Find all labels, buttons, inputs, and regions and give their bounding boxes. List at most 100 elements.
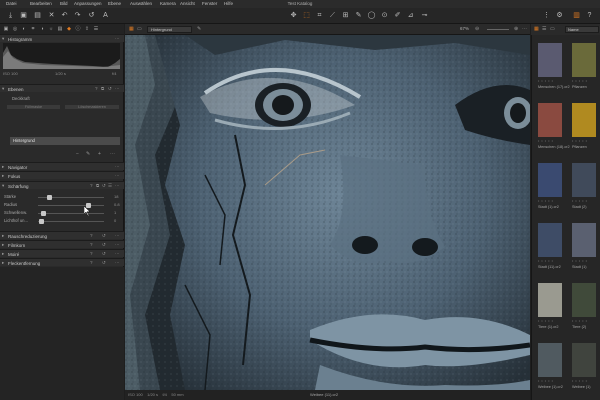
thumbnail-image[interactable] — [572, 103, 596, 137]
add-layer-icon[interactable]: + — [98, 151, 101, 157]
heal-tool-icon[interactable]: ⊙ — [380, 11, 389, 20]
thumbnail-image[interactable] — [538, 43, 562, 77]
mask-tool-icon[interactable]: ✎ — [354, 11, 363, 20]
list-view-icon[interactable]: ☰ — [542, 26, 546, 32]
filmstrip-icon[interactable]: ▭ — [550, 26, 555, 32]
output-tab-icon[interactable]: ⇪ — [84, 26, 90, 32]
menu-help[interactable]: Hilfe — [224, 1, 233, 6]
grid-view-icon[interactable]: ▦ — [129, 26, 134, 32]
menu-icon[interactable]: ⋯ — [115, 251, 120, 257]
settings-icon[interactable]: ⚙ — [555, 11, 564, 20]
text-tool-icon[interactable]: A — [101, 11, 110, 20]
lens-tab-icon[interactable]: ◐ — [21, 26, 27, 32]
remove-layer-icon[interactable]: − — [76, 151, 79, 157]
menu-icon[interactable]: ⋯ — [115, 164, 120, 170]
thumbnail-image[interactable] — [572, 163, 596, 197]
menu-view[interactable]: Ansicht — [180, 1, 195, 6]
reset-icon[interactable]: ↺ — [102, 260, 106, 266]
rating-stars[interactable]: • • • • • — [572, 199, 587, 203]
viewer-menu-icon[interactable]: ⋯ — [522, 26, 527, 32]
sharpening-header[interactable]: ▾ Schärfung ? ⧉ ↺ ☰ ⋯ — [0, 181, 124, 189]
help-icon[interactable]: ? — [90, 251, 93, 256]
menu-select[interactable]: Auswählen — [130, 1, 152, 6]
brush-icon[interactable]: ✎ — [86, 151, 90, 157]
rating-stars[interactable]: • • • • • — [572, 259, 587, 263]
help-icon[interactable]: ? — [90, 233, 93, 238]
presets-icon[interactable]: ☰ — [108, 183, 112, 189]
reset-icon[interactable]: ↺ — [108, 86, 112, 92]
menu-icon[interactable]: ⋯ — [115, 173, 120, 179]
copy-icon[interactable]: ⧉ — [101, 86, 104, 91]
menu-adjustments[interactable]: Anpassungen — [74, 1, 102, 6]
menu-image[interactable]: Bild — [60, 1, 68, 6]
delete-icon[interactable]: ✕ — [47, 11, 56, 20]
help-icon[interactable]: ? — [90, 242, 93, 247]
thumbnail-image[interactable] — [572, 223, 596, 257]
capture-tab-icon[interactable]: ◎ — [12, 26, 18, 32]
straighten-tool-icon[interactable]: ⟋ — [328, 11, 337, 20]
menu-file[interactable]: Datei — [6, 1, 17, 6]
batch-tab-icon[interactable]: ☰ — [93, 26, 99, 32]
undo-icon[interactable]: ↶ — [60, 11, 69, 20]
menu-icon[interactable]: ⋯ — [115, 183, 120, 189]
rating-stars[interactable]: • • • • • — [538, 139, 553, 143]
slider-knob[interactable] — [46, 195, 52, 200]
layer-row-background[interactable]: Hintergrund — [10, 137, 120, 145]
rating-stars[interactable]: • • • • • — [538, 379, 553, 383]
zoom-out-icon[interactable]: ⊖ — [475, 26, 479, 32]
zoom-in-icon[interactable]: ⊕ — [514, 26, 518, 32]
grid-view-icon[interactable]: ▦ — [534, 26, 539, 32]
reset-icon[interactable]: ↺ — [87, 11, 96, 20]
reset-icon[interactable]: ↺ — [102, 251, 106, 257]
layer-select[interactable]: Hintergrund — [147, 26, 192, 33]
help-icon[interactable]: ? — [585, 11, 594, 20]
sort-select[interactable]: Name — [565, 26, 599, 33]
color-tab-icon[interactable]: ◑ — [39, 26, 45, 32]
menu-camera[interactable]: Kamera — [160, 1, 176, 6]
grid-icon[interactable]: ⋮ — [542, 11, 551, 20]
layer-menu-icon[interactable]: ⋯ — [110, 151, 115, 157]
menu-window[interactable]: Fenster — [202, 1, 217, 6]
thumbnail-image[interactable] — [538, 343, 562, 377]
menu-edit[interactable]: Bearbeiten — [30, 1, 52, 6]
menu-icon[interactable]: ⋯ — [115, 233, 120, 239]
slider-value[interactable]: 0.8 — [114, 202, 120, 207]
layout-icon[interactable]: ▥ — [572, 11, 581, 20]
menu-layer[interactable]: Ebene — [108, 1, 121, 6]
export-icon[interactable]: ▤ — [33, 11, 42, 20]
menu-icon[interactable]: ⋯ — [115, 86, 120, 92]
rating-stars[interactable]: • • • • • — [572, 379, 587, 383]
image-viewer[interactable] — [125, 35, 530, 390]
picker-tool-icon[interactable]: ⊿ — [406, 11, 415, 20]
layers-header[interactable]: ▾ Ebenen ? ⧉ ↺ ⋯ — [0, 84, 124, 92]
pan-tool-icon[interactable]: ✥ — [289, 11, 298, 20]
slider-value[interactable]: 18 — [114, 194, 118, 199]
slider-track[interactable] — [38, 221, 104, 222]
reset-icon[interactable]: ↺ — [102, 242, 106, 248]
single-view-icon[interactable]: ▭ — [137, 26, 142, 32]
reset-icon[interactable]: ↺ — [102, 233, 106, 239]
menu-icon[interactable]: ⋯ — [115, 260, 120, 266]
fill-mask-button[interactable]: Füllmaske — [6, 104, 61, 110]
slider-track[interactable] — [38, 213, 104, 214]
menu-icon[interactable]: ⋯ — [115, 36, 120, 42]
slider-track[interactable] — [38, 205, 104, 206]
import-icon[interactable]: ⤓ — [6, 11, 15, 20]
thumbnail-image[interactable] — [538, 103, 562, 137]
thumbnail-image[interactable] — [572, 43, 596, 77]
zoom-slider[interactable] — [487, 29, 509, 30]
help-icon[interactable]: ? — [90, 260, 93, 265]
noise-header[interactable]: ▸ Rauschreduzierung ? ↺ ⋯ — [0, 231, 124, 239]
exposure-tab-icon[interactable]: ☼ — [48, 26, 54, 32]
layers-tab-icon[interactable]: ▤ — [57, 26, 63, 32]
grain-header[interactable]: ▸ Filmkorn ? ↺ ⋯ — [0, 240, 124, 248]
crop-tool-icon[interactable]: ⌗ — [315, 11, 324, 20]
pin-icon[interactable]: ✎ — [197, 26, 201, 32]
library-tab-icon[interactable]: ▣ — [3, 26, 9, 32]
thumbnail-image[interactable] — [572, 343, 596, 377]
camera-icon[interactable]: ▣ — [19, 11, 28, 20]
details-tab-icon[interactable]: ◆ — [66, 26, 72, 32]
redo-icon[interactable]: ↷ — [73, 11, 82, 20]
slider-knob[interactable] — [39, 219, 45, 224]
rating-stars[interactable]: • • • • • — [572, 319, 587, 323]
